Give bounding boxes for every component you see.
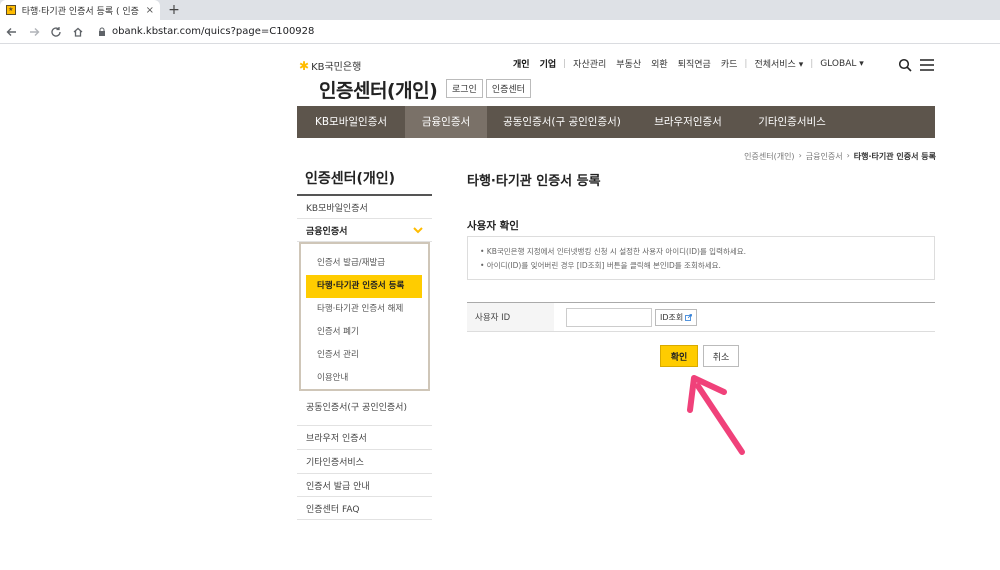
url-text: obank.kbstar.com/quics?page=C100928 xyxy=(112,26,315,37)
divider: | xyxy=(744,58,748,69)
lnb-item-issue-guide[interactable]: 인증서 발급 안내 xyxy=(297,474,432,497)
gnb-financial-cert[interactable]: 금융인증서 xyxy=(405,106,487,138)
logo-text: KB국민은행 xyxy=(311,62,362,73)
top-menu-asset[interactable]: 자산관리 xyxy=(568,57,611,70)
submenu-revoke-cert[interactable]: 인증서 폐기 xyxy=(301,321,422,344)
top-menu-all-services[interactable]: 전체서비스 ▾ xyxy=(749,57,808,70)
annotation-arrow-icon xyxy=(687,375,745,455)
divider: | xyxy=(810,58,814,69)
breadcrumb-item[interactable]: 금융인증서 xyxy=(806,151,843,162)
submenu-register-other-bank[interactable]: 타행·타기관 인증서 등록 xyxy=(306,275,422,298)
kb-favicon-icon: ★ xyxy=(6,5,16,15)
lnb-item-financial-cert[interactable]: 금융인증서 xyxy=(297,219,432,242)
page-title: 타행·타기관 인증서 등록 xyxy=(467,174,601,189)
chevron-down-icon xyxy=(413,226,423,233)
top-menu-pension[interactable]: 퇴직연금 xyxy=(673,57,716,70)
lock-icon xyxy=(99,27,105,36)
breadcrumb-current: 타행·타기관 인증서 등록 xyxy=(853,152,936,161)
back-arrow-icon[interactable] xyxy=(2,22,22,42)
info-box: • KB국민은행 지정에서 인터넷뱅킹 신청 시 설정한 사용자 아이디(ID)… xyxy=(467,236,935,280)
lnb-item-label: 금융인증서 xyxy=(306,226,348,237)
left-navigation: KB모바일인증서 금융인증서 인증서 발급/재발급 타행·타기관 인증서 등록 … xyxy=(297,196,432,520)
lnb-item-browser-cert[interactable]: 브라우저 인증서 xyxy=(297,426,432,450)
id-lookup-label: ID조회 xyxy=(660,312,684,322)
divider: | xyxy=(563,58,567,69)
user-id-label: 사용자 ID xyxy=(467,303,554,331)
top-menu: 개인 기업 | 자산관리 부동산 외환 퇴직연금 카드 | 전체서비스 ▾ | … xyxy=(508,57,869,71)
tab-title: 타행·타기관 인증서 등록 ( 인증 : xyxy=(21,6,142,17)
breadcrumb-separator: › xyxy=(846,151,850,160)
breadcrumb: 인증센터(개인) › 금융인증서 › 타행·타기관 인증서 등록 xyxy=(740,151,936,162)
hamburger-menu-icon[interactable] xyxy=(920,59,934,71)
search-icon[interactable] xyxy=(898,58,912,72)
lnb-item-kb-mobile-cert[interactable]: KB모바일인증서 xyxy=(297,196,432,219)
browser-tab-bar: ★ 타행·타기관 인증서 등록 ( 인증 : × + xyxy=(0,0,1000,20)
gnb-other-cert-services[interactable]: 기타인증서비스 xyxy=(739,106,845,138)
top-menu-card[interactable]: 카드 xyxy=(716,57,743,70)
confirm-button[interactable]: 확인 xyxy=(660,345,698,367)
submenu-manage-cert[interactable]: 인증서 관리 xyxy=(301,344,422,367)
tab-close-icon[interactable]: × xyxy=(146,5,154,16)
home-icon[interactable] xyxy=(68,22,88,42)
gnb-browser-cert[interactable]: 브라우저인증서 xyxy=(637,106,739,138)
cancel-button[interactable]: 취소 xyxy=(703,345,739,367)
section-title: 사용자 확인 xyxy=(467,220,519,232)
kb-star-icon: ✱ xyxy=(299,58,310,73)
user-id-form: 사용자 ID ID조회 xyxy=(467,302,935,332)
site-title: 인증센터(개인) xyxy=(319,80,438,102)
new-tab-button[interactable]: + xyxy=(166,2,182,18)
submenu-unregister-other-bank[interactable]: 타행·타기관 인증서 해제 xyxy=(301,298,422,321)
address-bar: obank.kbstar.com/quics?page=C100928 xyxy=(0,20,1000,44)
browser-tab[interactable]: ★ 타행·타기관 인증서 등록 ( 인증 : × xyxy=(0,0,160,20)
top-menu-personal[interactable]: 개인 xyxy=(508,57,535,70)
cert-center-button[interactable]: 인증센터 xyxy=(485,79,531,98)
top-menu-corporate[interactable]: 기업 xyxy=(535,57,562,70)
submenu-guide[interactable]: 이용안내 xyxy=(301,367,422,390)
main-navigation: KB모바일인증서 금융인증서 공동인증서(구 공인인증서) 브라우저인증서 기타… xyxy=(297,106,935,138)
gnb-kb-mobile-cert[interactable]: KB모바일인증서 xyxy=(297,106,405,138)
submenu-issue-reissue[interactable]: 인증서 발급/재발급 xyxy=(301,252,422,275)
breadcrumb-separator: › xyxy=(798,151,802,160)
lnb-item-joint-cert[interactable]: 공동인증서(구 공인인증서) xyxy=(297,391,432,426)
lnb-item-faq[interactable]: 인증센터 FAQ xyxy=(297,497,432,520)
lnb-submenu: 인증서 발급/재발급 타행·타기관 인증서 등록 타행·타기관 인증서 해제 인… xyxy=(299,242,430,391)
breadcrumb-item[interactable]: 인증센터(개인) xyxy=(744,151,794,162)
login-button[interactable]: 로그인 xyxy=(446,79,483,98)
id-lookup-button[interactable]: ID조회 xyxy=(655,308,698,326)
top-menu-realestate[interactable]: 부동산 xyxy=(611,57,646,70)
forward-arrow-icon[interactable] xyxy=(24,22,44,42)
lnb-title: 인증센터(개인) xyxy=(305,171,396,187)
top-menu-global[interactable]: GLOBAL ▾ xyxy=(815,59,868,69)
url-field[interactable]: obank.kbstar.com/quics?page=C100928 xyxy=(98,26,314,37)
header-buttons: 로그인 인증센터 xyxy=(446,79,534,98)
top-menu-forex[interactable]: 외환 xyxy=(646,57,673,70)
gnb-joint-cert[interactable]: 공동인증서(구 공인인증서) xyxy=(487,106,637,138)
kb-logo[interactable]: ✱ KB국민은행 xyxy=(299,58,362,74)
user-id-cell: ID조회 xyxy=(554,303,698,331)
info-line: • KB국민은행 지정에서 인터넷뱅킹 신청 시 설정한 사용자 아이디(ID)… xyxy=(480,247,747,256)
external-link-icon xyxy=(685,313,693,321)
lnb-item-other-services[interactable]: 기타인증서비스 xyxy=(297,450,432,474)
user-id-input[interactable] xyxy=(566,307,652,327)
reload-icon[interactable] xyxy=(46,22,66,42)
info-line: • 아이디(ID)를 잊어버린 경우 [ID조회] 버튼을 클릭해 본인ID를 … xyxy=(480,261,721,270)
